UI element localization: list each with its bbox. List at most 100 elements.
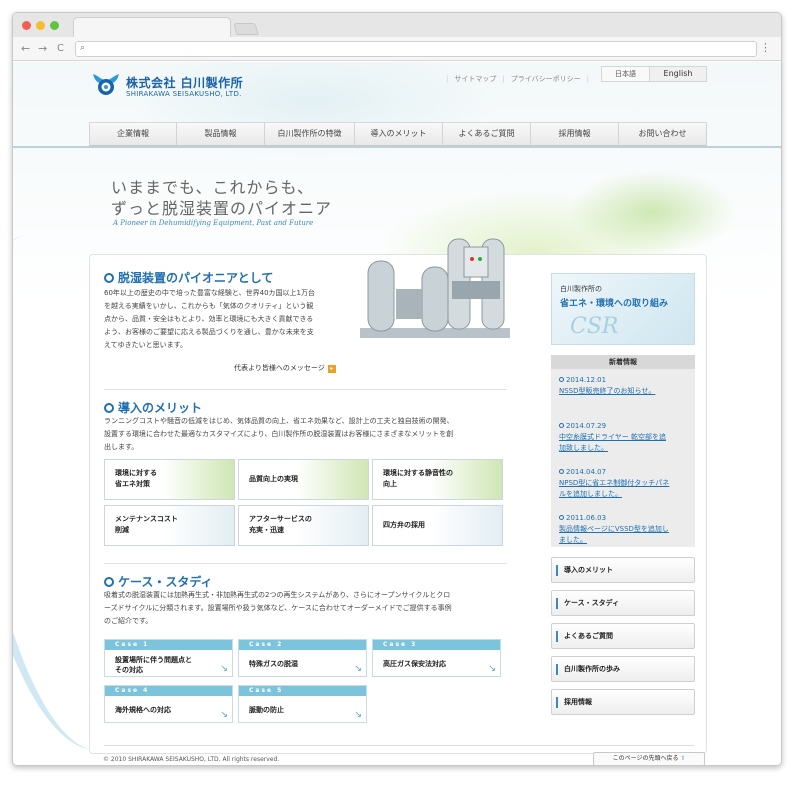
circle-bullet-icon	[559, 515, 564, 520]
gnav-item-6[interactable]: 採用情報	[531, 123, 619, 145]
case-tile[interactable]: Case 5 脈動の防止 ↘	[238, 685, 367, 723]
web-page: 株式会社 白川製作所 SHIRAKAWA SEISAKUSHO, LTD. | サ…	[13, 62, 781, 765]
sidebar-link-button[interactable]: 採用情報	[551, 689, 695, 715]
news-item: 2014.07.29 中空糸膜式ドライヤー 乾空部を追 加致しました。	[559, 421, 689, 454]
case-tile-number: Case 2	[239, 640, 366, 650]
csr-logo: CSR	[570, 314, 619, 339]
back-arrow-icon[interactable]: ←	[21, 42, 30, 56]
close-window-button[interactable]	[22, 21, 31, 30]
csr-banner-subtitle: 白川製作所の	[560, 285, 602, 293]
circle-bullet-icon	[104, 273, 114, 283]
sidebar-link-button[interactable]: よくあるご質問	[551, 623, 695, 649]
footer-divider	[104, 745, 694, 746]
case-tile-label: 特殊ガスの脱湿	[249, 660, 298, 668]
hero-tagline-en: A Pioneer in Dehumidifying Equipment, Pa…	[113, 219, 314, 227]
language-english[interactable]: English	[650, 67, 706, 81]
gnav-item-7[interactable]: お問い合わせ	[619, 123, 707, 145]
intro-section-title: 脱湿装置のパイオニアとして	[104, 269, 273, 286]
gnav-item-5[interactable]: よくあるご質問	[443, 123, 531, 145]
arrow-right-icon: ▸	[327, 365, 336, 373]
language-switcher: 日本語 English	[601, 66, 707, 82]
case-tile[interactable]: Case 1 設置場所に伴う問題点と その対応 ↘	[104, 639, 233, 677]
merit-tile-label: アフターサービスの 充実・迅速	[249, 515, 312, 534]
forward-arrow-icon[interactable]: →	[38, 42, 47, 56]
merit-tile-label: 四方弁の採用	[383, 521, 425, 529]
case-tile-number: Case 5	[239, 686, 366, 696]
case-tile[interactable]: Case 4 海外規格への対応 ↘	[104, 685, 233, 723]
nav-divider	[13, 146, 781, 148]
merit-tile-label: 品質向上の実現	[249, 475, 298, 483]
search-icon: ⌕	[80, 43, 86, 53]
merit-tile[interactable]: 四方弁の採用	[372, 505, 503, 546]
merit-tile-label: 環境に対する静音性の 向上	[383, 469, 453, 488]
dehumidifier-product-image	[360, 238, 510, 338]
arrow-diagonal-icon: ↘	[354, 710, 362, 720]
arrow-up-icon: ⇧	[680, 755, 686, 762]
gnav-item-2[interactable]: 製品情報	[177, 123, 265, 145]
language-japanese[interactable]: 日本語	[602, 67, 650, 81]
gnav-item-3[interactable]: 白川製作所の特徴	[265, 123, 355, 145]
address-bar[interactable]: ⌕	[75, 41, 757, 57]
maximize-window-button[interactable]	[50, 21, 59, 30]
merit-tile[interactable]: 環境に対する静音性の 向上	[372, 459, 503, 500]
news-title-link[interactable]: 製品情報ページにVSSD型を追加し ました。	[559, 524, 689, 546]
news-item: 2011.06.03 製品情報ページにVSSD型を追加し ました。	[559, 513, 689, 546]
back-to-top-button[interactable]: このページの先頭へ戻る ⇧	[593, 752, 705, 765]
arrow-diagonal-icon: ↘	[220, 710, 228, 720]
section-divider	[104, 389, 507, 390]
news-item: 2014.04.07 NPSD型に省エネ制御付タッチパネ ルを追加しました。	[559, 467, 689, 500]
news-title-link[interactable]: NPSD型に省エネ制御付タッチパネ ルを追加しました。	[559, 478, 689, 500]
case-tile-number: Case 4	[105, 686, 232, 696]
news-date: 2011.06.03	[559, 513, 689, 524]
title-bar	[13, 13, 781, 37]
case-tile[interactable]: Case 2 特殊ガスの脱湿 ↘	[238, 639, 367, 677]
company-name-jp[interactable]: 株式会社 白川製作所	[126, 74, 243, 91]
merit-paragraph: ランニングコストや騒音の低減をはじめ、気体品質の向上、省エネ効果など、設計上の工…	[104, 417, 454, 451]
merit-tile[interactable]: アフターサービスの 充実・迅速	[238, 505, 369, 546]
news-header: 新着情報	[551, 355, 695, 369]
gnav-item-4[interactable]: 導入のメリット	[355, 123, 443, 145]
circle-bullet-icon	[559, 377, 564, 382]
circle-bullet-icon	[559, 423, 564, 428]
case-study-section-title: ケース・スタディ	[104, 573, 213, 590]
main-content-panel: 脱湿装置のパイオニアとして 60年以上の歴史の中で培った豊富な経験と、世界40カ…	[89, 238, 707, 754]
sidebar-link-button[interactable]: 導入のメリット	[551, 557, 695, 583]
browser-tab[interactable]	[73, 17, 231, 37]
ceo-message-link[interactable]: 代表より皆様へのメッセージ ▸	[234, 363, 336, 373]
company-logo-icon[interactable]	[91, 70, 121, 98]
case-tile-label: 高圧ガス保安法対応	[383, 660, 446, 668]
news-date: 2014.07.29	[559, 421, 689, 432]
news-item: 2014.12.01 NSSD型販売終了のお知らせ。	[559, 375, 689, 397]
merit-tile[interactable]: 環境に対する 省エネ対策	[104, 459, 235, 500]
browser-window: ← → C ⌕ ⋮ 株式会社 白川製作所 SHIRAKAWA SEISAKUSH…	[12, 12, 782, 766]
browser-menu-icon[interactable]: ⋮	[760, 41, 771, 54]
case-study-paragraph: 吸着式の脱湿装置には加熱再生式・非加熱再生式の2つの再生システムがあり、さらにオ…	[104, 591, 452, 625]
minimize-window-button[interactable]	[36, 21, 45, 30]
circle-bullet-icon	[104, 577, 114, 587]
csr-banner-title: 省エネ・環境への取り組み	[560, 299, 669, 309]
reload-icon[interactable]: C	[57, 42, 64, 56]
section-divider	[104, 563, 507, 564]
case-tile[interactable]: Case 3 高圧ガス保安法対応 ↘	[372, 639, 501, 677]
merit-tile-label: メンテナンスコスト 削減	[115, 515, 178, 534]
news-title-link[interactable]: NSSD型販売終了のお知らせ。	[559, 386, 689, 397]
browser-toolbar: ← → C ⌕ ⋮	[13, 37, 781, 61]
merit-tile[interactable]: 品質向上の実現	[238, 459, 369, 500]
sitemap-link[interactable]: サイトマップ	[454, 75, 496, 83]
arrow-diagonal-icon: ↘	[354, 664, 362, 674]
arrow-diagonal-icon: ↘	[220, 664, 228, 674]
circle-bullet-icon	[104, 403, 114, 413]
sidebar-link-button[interactable]: 白川製作所の歩み	[551, 656, 695, 682]
gnav-item-1[interactable]: 企業情報	[89, 123, 177, 145]
company-name-en: SHIRAKAWA SEISAKUSHO, LTD.	[126, 90, 242, 98]
csr-banner[interactable]: 白川製作所の 省エネ・環境への取り組み CSR	[551, 273, 695, 345]
sidebar-link-button[interactable]: ケース・スタディ	[551, 590, 695, 616]
new-tab-button[interactable]	[233, 23, 259, 35]
copyright-text: © 2010 SHIRAKAWA SEISAKUSHO, LTD. All ri…	[103, 756, 280, 763]
merit-tile[interactable]: メンテナンスコスト 削減	[104, 505, 235, 546]
merit-tile-label: 環境に対する 省エネ対策	[115, 469, 157, 488]
privacy-policy-link[interactable]: プライバシーポリシー	[511, 75, 581, 83]
news-title-link[interactable]: 中空糸膜式ドライヤー 乾空部を追 加致しました。	[559, 432, 689, 454]
intro-paragraph: 60年以上の歴史の中で培った豊富な経験と、世界40カ国以上1万台 を越える実績をい…	[104, 289, 315, 349]
circle-bullet-icon	[559, 469, 564, 474]
